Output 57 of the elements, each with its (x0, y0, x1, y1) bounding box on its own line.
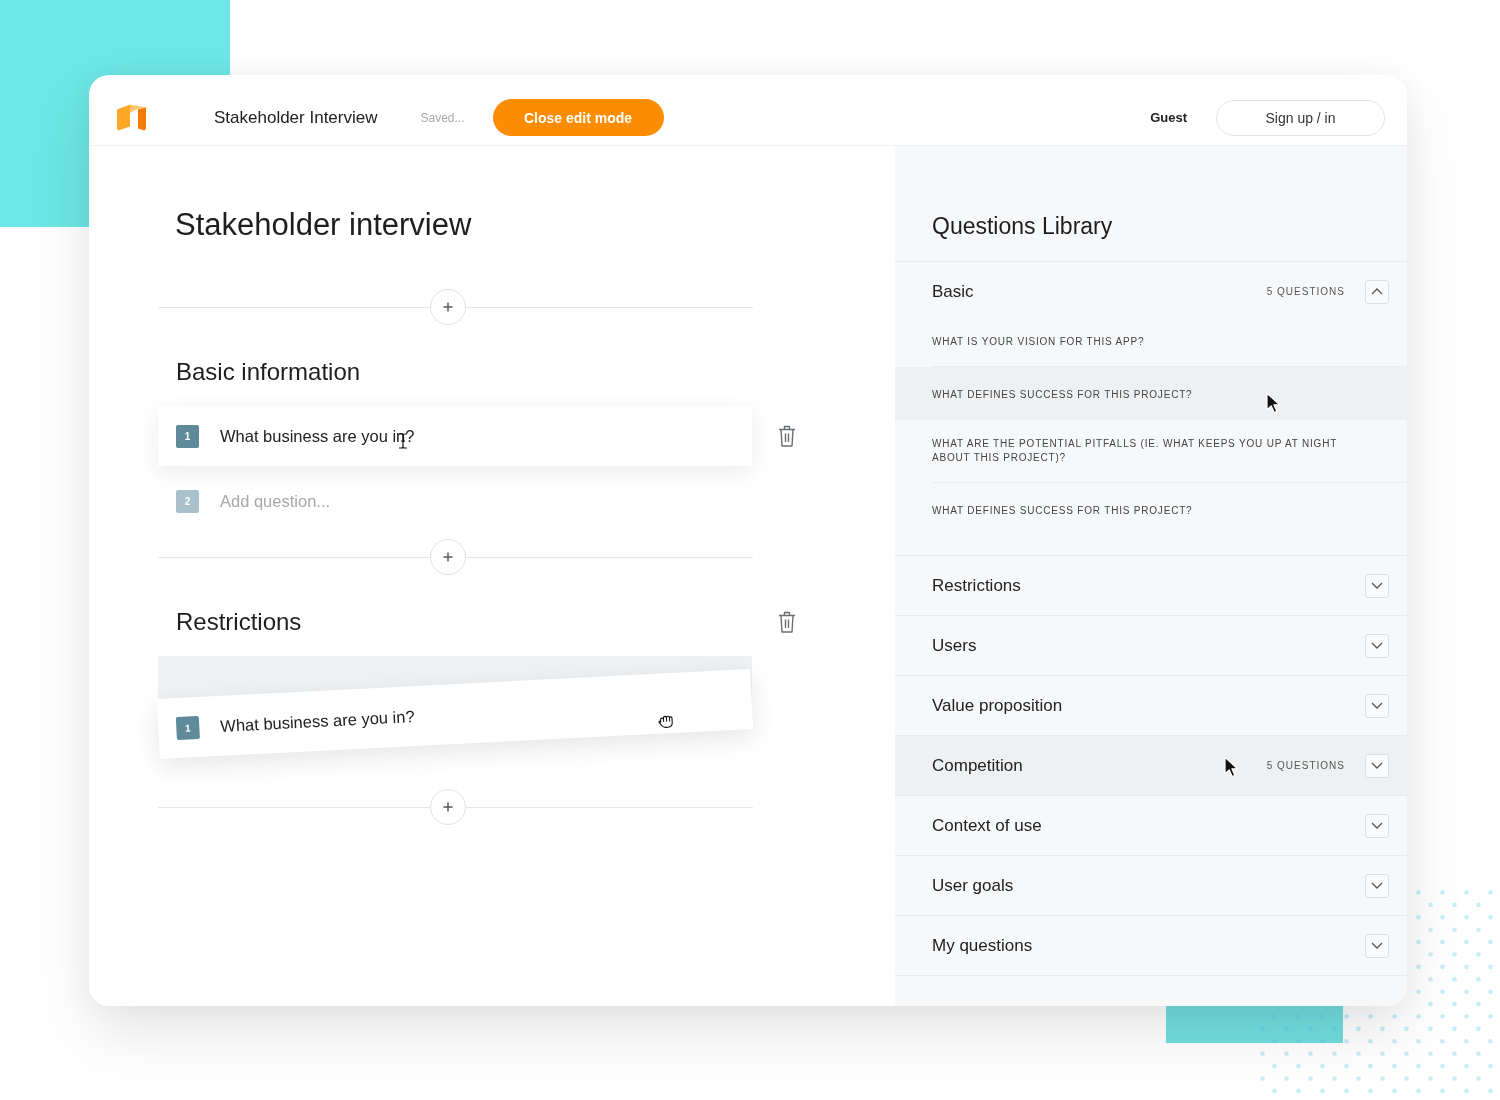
chevron-down-icon (1371, 882, 1383, 889)
user-name: Guest (1150, 110, 1187, 125)
logo-icon[interactable] (117, 104, 147, 131)
expand-button[interactable] (1365, 573, 1389, 598)
document-name: Stakeholder Interview (214, 107, 378, 128)
category-title[interactable]: Context of use (932, 815, 1042, 836)
chevron-down-icon (1371, 942, 1383, 949)
plus-icon (443, 302, 453, 312)
library-question[interactable]: WHAT IS YOUR VISION FOR THIS APP? (932, 335, 1145, 349)
expand-button[interactable] (1365, 753, 1389, 778)
chevron-down-icon (1371, 822, 1383, 829)
trash-icon[interactable] (778, 611, 796, 633)
expand-button[interactable] (1365, 633, 1389, 658)
plus-icon (443, 552, 453, 562)
category-title[interactable]: Basic (932, 281, 974, 302)
chevron-down-icon (1371, 702, 1383, 709)
category-title[interactable]: User goals (932, 875, 1014, 896)
category-title[interactable]: Competition (932, 755, 1023, 776)
expand-button[interactable] (1365, 813, 1389, 838)
question-text[interactable]: What business are you in? (220, 426, 415, 446)
category-title[interactable]: Users (932, 635, 977, 656)
chevron-down-icon (1371, 762, 1383, 769)
section-title: Restrictions (176, 607, 302, 637)
question-text: What business are you in? (219, 706, 415, 736)
category-title[interactable]: Value proposition (932, 695, 1063, 716)
expand-button[interactable] (1365, 279, 1389, 304)
sign-in-button[interactable]: Sign up / in (1216, 99, 1385, 136)
question-number: 1 (176, 424, 199, 448)
category-title[interactable]: Restrictions (932, 575, 1021, 596)
question-count: 5 QUESTIONS (1266, 286, 1345, 297)
section-title: Basic information (176, 357, 361, 387)
category-row[interactable]: Competition 5 QUESTIONS (895, 736, 1407, 795)
trash-icon[interactable] (778, 425, 796, 447)
library-title: Questions Library (932, 212, 1113, 241)
question-count: 5 QUESTIONS (1266, 760, 1345, 771)
page-title: Stakeholder interview (175, 206, 472, 244)
add-question-field[interactable]: Add question... (220, 491, 520, 511)
add-section-button[interactable] (430, 289, 466, 325)
add-section-button[interactable] (430, 789, 466, 825)
library-question[interactable]: WHAT DEFINES SUCCESS FOR THIS PROJECT? (932, 388, 1193, 402)
library-question-row[interactable]: WHAT DEFINES SUCCESS FOR THIS PROJECT? (895, 367, 1407, 420)
category-title[interactable]: My questions (932, 935, 1033, 956)
add-section-button[interactable] (430, 539, 466, 575)
library-question[interactable]: WHAT ARE THE POTENTIAL PITFALLS (IE. WHAT KEEPS YOU UP AT NIGHT ABOUT THIS PROJECT)? (932, 437, 1352, 465)
arrow-cursor-icon (1224, 756, 1239, 778)
question-number: 1 (175, 715, 200, 740)
expand-button[interactable] (1365, 873, 1389, 898)
chevron-up-icon (1371, 288, 1383, 295)
chevron-down-icon (1371, 582, 1383, 589)
expand-button[interactable] (1365, 933, 1389, 958)
library-question[interactable]: WHAT DEFINES SUCCESS FOR THIS PROJECT? (932, 504, 1193, 518)
chevron-down-icon (1371, 642, 1383, 649)
plus-icon (443, 802, 453, 812)
save-status: Saved... (420, 110, 465, 125)
arrow-cursor-icon (1266, 392, 1281, 414)
expand-button[interactable] (1365, 693, 1389, 718)
question-number: 2 (176, 489, 199, 513)
